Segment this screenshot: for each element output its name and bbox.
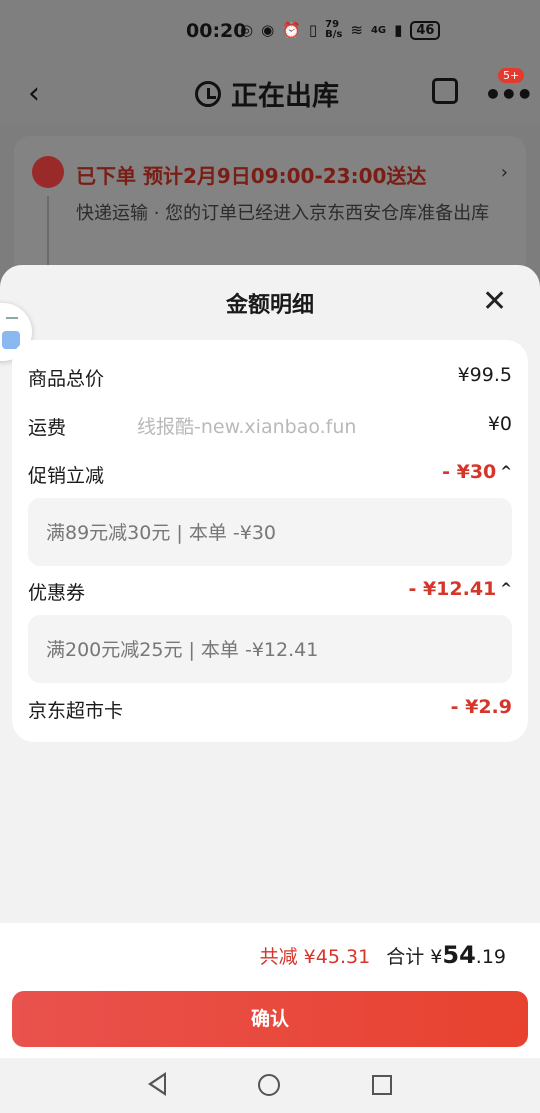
coupon-detail: 满200元减25元 | 本单 -¥12.41 bbox=[28, 615, 512, 683]
order-icon bbox=[32, 156, 64, 188]
battery-icon: 46 bbox=[410, 20, 441, 40]
total-integer: 54 bbox=[442, 941, 476, 969]
amount-card: 商品总价 ¥99.5 运费 ¥0 线报酷-new.xianbao.fun 促销立… bbox=[12, 340, 528, 742]
vibrate-icon: ▯ bbox=[308, 21, 318, 39]
system-nav-bar bbox=[0, 1058, 540, 1113]
row-value: - ¥2.9 bbox=[450, 696, 512, 718]
footer-bar: 共减 ¥45.31 合计 ¥54.19 确认 bbox=[0, 923, 540, 1058]
total-currency: ¥ bbox=[430, 946, 443, 968]
total-reduction: 共减 ¥45.31 bbox=[259, 946, 371, 968]
row-goods-total: 商品总价 ¥99.5 bbox=[28, 364, 512, 394]
nfc-icon: ◎ bbox=[240, 21, 254, 39]
signal-icon: ▮ bbox=[394, 21, 403, 39]
order-headline: 已下单 预计2月9日09:00-23:00送达 bbox=[76, 164, 427, 188]
chevron-up-icon: ^ bbox=[500, 581, 512, 597]
top-nav: ‹ 正在出库 ••• 5+ bbox=[0, 62, 540, 124]
row-value: ¥0 bbox=[487, 413, 512, 435]
share-icon[interactable] bbox=[432, 78, 458, 104]
total-label: 合计 bbox=[386, 946, 425, 968]
nav-back-icon[interactable] bbox=[148, 1072, 166, 1096]
status-icons: ◎ ◉ ⏰ ▯ 79 B/s ≋ 4G ▮ 46 bbox=[240, 19, 441, 40]
chevron-up-icon: ^ bbox=[500, 464, 512, 480]
sheet-title: 金额明细 bbox=[225, 293, 314, 318]
order-detail: 快递运输 · 您的订单已经进入京东西安仓库准备出库 bbox=[76, 203, 490, 224]
row-label: 促销立减 bbox=[28, 465, 105, 487]
totals: 共减 ¥45.31 合计 ¥54.19 bbox=[260, 941, 506, 969]
order-status-card[interactable]: 已下单 预计2月9日09:00-23:00送达 › 快递运输 · 您的订单已经进… bbox=[14, 136, 526, 286]
row-supermarket-card: 京东超市卡 - ¥2.9 bbox=[28, 696, 512, 726]
nav-recents-icon[interactable] bbox=[372, 1075, 392, 1095]
status-bar: 00:20 ◎ ◉ ⏰ ▯ 79 B/s ≋ 4G ▮ 46 bbox=[0, 0, 540, 62]
row-coupon[interactable]: 优惠券 - ¥12.41 ^ bbox=[28, 578, 512, 608]
alarm-icon: ⏰ bbox=[282, 21, 301, 39]
watermark: 线报酷-new.xianbao.fun bbox=[137, 416, 357, 438]
row-label: 优惠券 bbox=[28, 582, 86, 604]
message-badge: 5+ bbox=[498, 68, 525, 83]
nav-home-icon[interactable] bbox=[258, 1074, 280, 1096]
chevron-right-icon: › bbox=[500, 162, 508, 183]
page-title: 正在出库 bbox=[231, 81, 339, 112]
row-label: 运费 bbox=[28, 417, 67, 439]
total-decimal: .19 bbox=[475, 946, 506, 968]
row-value: - ¥12.41 ^ bbox=[408, 578, 512, 600]
row-label: 商品总价 bbox=[28, 368, 105, 390]
row-promotion[interactable]: 促销立减 - ¥30 ^ bbox=[28, 461, 512, 491]
close-icon[interactable]: ✕ bbox=[482, 287, 507, 317]
row-label: 京东超市卡 bbox=[28, 700, 124, 722]
page-title-group: 正在出库 bbox=[195, 74, 339, 113]
back-arrow-icon[interactable]: ‹ bbox=[28, 76, 40, 111]
confirm-button[interactable]: 确认 bbox=[12, 991, 528, 1047]
status-time: 00:20 bbox=[186, 20, 247, 42]
eye-icon: ◉ bbox=[261, 21, 275, 39]
speed-value: 79 B/s bbox=[325, 19, 343, 40]
promotion-detail: 满89元减30元 | 本单 -¥30 bbox=[28, 498, 512, 566]
row-value: - ¥30 ^ bbox=[442, 461, 512, 483]
network-label: 4G bbox=[370, 24, 387, 36]
wifi-icon: ≋ bbox=[350, 21, 363, 39]
clock-icon bbox=[195, 80, 221, 107]
row-value: ¥99.5 bbox=[457, 364, 512, 386]
